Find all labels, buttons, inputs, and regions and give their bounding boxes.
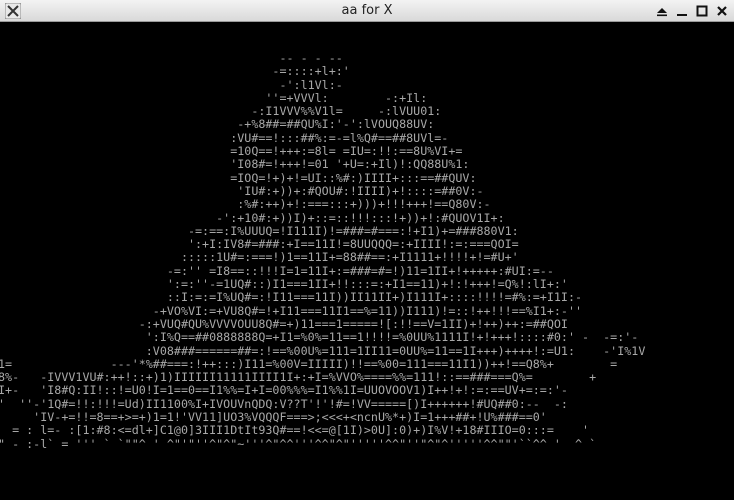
ascii-line: :V08###======##=:!==%00U%=111=1II11=0UU%… <box>0 343 646 358</box>
ascii-line: -:I1VVV%%V1l= -:lVUU01: <box>0 104 442 119</box>
ascii-line: I+- 'I8#Q:II!::!=U0!I=1==0==I1%%=I+I=00%… <box>0 383 568 398</box>
title-bar[interactable]: aa for X <box>0 0 734 22</box>
ascii-line: ':I%Q==##0888888Q=+I1=%0%=11==1!!!!=%0UU… <box>0 330 639 345</box>
ascii-line: ''=+VVVl: -:+Il: <box>0 90 428 105</box>
ascii-line: -=:==:I%UUUQ=!I111I)!=###=#===:!+I1)+=##… <box>0 223 519 238</box>
ascii-line: ::I:=:=I%UQ#=:!I11===11I))II11II+)I111I+… <box>0 290 583 305</box>
ascii-line: 8%- -IVVV1VU#:++!::+)1)IIIIII11111IIII1I… <box>0 370 597 385</box>
shade-icon[interactable] <box>654 2 670 20</box>
ascii-line: " - :-l` = ''' ` `""^ ' ^"'"''^"^"~'''^"… <box>0 436 604 451</box>
ascii-line: =IOQ=!+)+!=UI::%#:)IIII+:::==##QUV: <box>0 170 477 185</box>
ascii-line: ':+I:IV8#=###:+I==11I!=8UUQQQ=:+IIII!:=:… <box>0 237 519 252</box>
maximize-icon[interactable] <box>694 2 710 20</box>
ascii-line: -=:'' =I8==::!!!I=1=11I+:=###=#=!)11=1II… <box>0 263 554 278</box>
ascii-art-canvas[interactable]: -- - - -- -=::::+l+:' -':l1Vl:- ''=+VVVl… <box>0 22 734 500</box>
ascii-art: -- - - -- -=::::+l+:' -':l1Vl:- ''=+VVVl… <box>0 51 646 451</box>
ascii-line: :::::1U#=:===!)1==11I+=88##==:+I1111+!!!… <box>0 250 519 265</box>
ascii-line: = : l=- :[1:#8:<=dl+]C1@0]3III1DtIt93Q#=… <box>0 423 590 438</box>
ascii-line: -+VO%VI:=+VU8Q#=!+I11===11I1==%=11))I111… <box>0 303 583 318</box>
ascii-line: :VU#==!:::##%:=-=l%Q#==##8UVl=- <box>0 130 449 145</box>
ascii-line: 'IV-+=!!=8==+>=+)1=1!'VV11]UO3%VQQQF===>… <box>0 410 547 425</box>
app-window: aa for X -- - - -- -=::::+l+:' -':l1Vl:-… <box>0 0 734 500</box>
ascii-line: -':l1Vl:- <box>0 77 343 92</box>
ascii-line: -- - - -- <box>0 51 343 65</box>
ascii-line: :%#:++)+!:===:::+)))+!!!+++!==Q80V:- <box>0 197 491 212</box>
ascii-line: ' ''-'1Q#=!!:!!!=Ud)II1100%I+IVOUVnQDQ:V… <box>0 396 568 411</box>
window-controls <box>654 2 730 20</box>
ascii-line: -':+10#:+))I)+::=::!!!:::!+))+!:#QUOV1I+… <box>0 210 505 225</box>
ascii-line: 'IU#:+))+:#QOU#:!IIII)+!::::=##0V:- <box>0 183 484 198</box>
ascii-line: 'I08#=!+++!=01 '+U=:+Il)!:QQ88U%1: <box>0 157 470 172</box>
ascii-line: 1= ---'*%##===:!++:::)I11=%00V=IIIII)!!=… <box>0 356 618 371</box>
ascii-line: ':=:''-=1UQ#::)I1===1II+!!:::=:+I1==11)+… <box>0 277 568 292</box>
ascii-line: =10Q==!+++:=8l= =IU=:!!:==8U%VI+= <box>0 144 463 159</box>
ascii-line: -=::::+l+:' <box>0 64 350 79</box>
close-icon[interactable] <box>714 2 730 20</box>
ascii-line: -+%8##=##QU%I:'-':lVOUQ88UV: <box>0 117 435 132</box>
window-title: aa for X <box>341 3 393 18</box>
ascii-line: -:+VUQ#QU%VVVVOUU8Q#=+)11===1=====![:!!=… <box>0 316 568 331</box>
minimize-icon[interactable] <box>674 2 690 20</box>
